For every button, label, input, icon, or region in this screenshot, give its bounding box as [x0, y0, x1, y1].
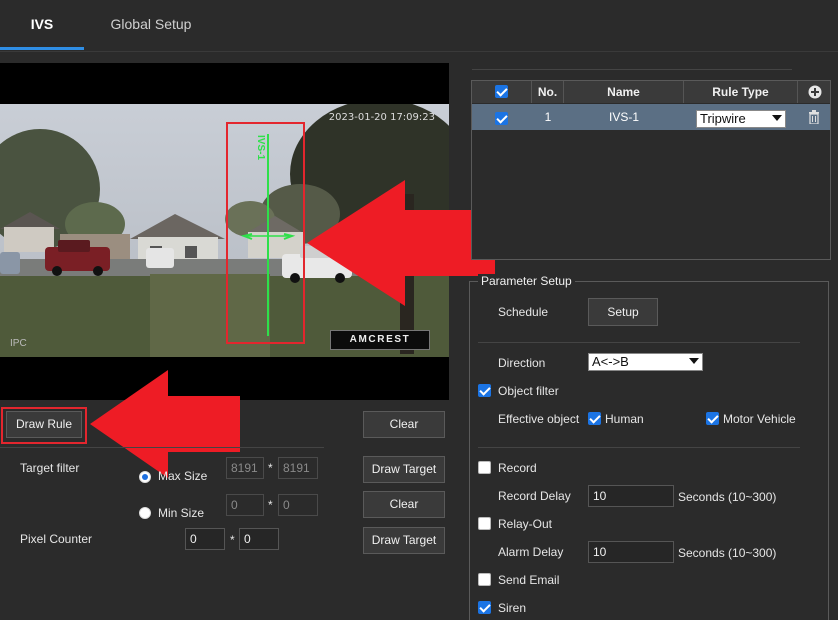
- send-email-checkbox[interactable]: [478, 573, 491, 586]
- chevron-down-icon: [772, 115, 782, 121]
- alarm-delay-range: Seconds (10~300): [678, 546, 777, 560]
- max-height-input[interactable]: 8191: [278, 457, 318, 479]
- divider: [472, 69, 792, 70]
- draw-rule-button[interactable]: Draw Rule: [6, 411, 82, 438]
- record-delay-input[interactable]: 10: [588, 485, 674, 507]
- times-symbol: *: [230, 533, 235, 547]
- parameter-setup-title: Parameter Setup: [478, 274, 575, 288]
- header-no: No.: [532, 81, 564, 103]
- rule-highlight-box: [226, 122, 305, 344]
- siren-checkbox[interactable]: [478, 601, 491, 614]
- times-symbol: *: [268, 461, 273, 475]
- motor-vehicle-label: Motor Vehicle: [723, 412, 796, 426]
- max-width-input[interactable]: 8191: [226, 457, 264, 479]
- header-name: Name: [564, 81, 684, 103]
- parameter-setup-group: [469, 281, 829, 620]
- max-size-label: Max Size: [158, 469, 208, 483]
- divider: [478, 447, 800, 448]
- record-checkbox[interactable]: [478, 461, 491, 474]
- motor-vehicle-checkbox[interactable]: [706, 412, 719, 425]
- target-filter-label: Target filter: [20, 461, 80, 475]
- row-no: 1: [544, 110, 552, 124]
- clear-target-button[interactable]: Clear: [363, 491, 445, 518]
- rule-type-select[interactable]: Tripwire: [696, 110, 786, 128]
- min-size-radio[interactable]: [139, 507, 151, 519]
- object-filter-checkbox[interactable]: [478, 384, 491, 397]
- direction-label: Direction: [498, 356, 546, 370]
- video-timestamp: 2023-01-20 17:09:23: [328, 112, 435, 123]
- left-arrow-icon: [90, 370, 240, 478]
- pixel-counter-width-input[interactable]: 0: [185, 528, 225, 550]
- add-icon[interactable]: [808, 85, 822, 99]
- divider: [478, 342, 800, 343]
- pixel-counter-height-input[interactable]: 0: [239, 528, 279, 550]
- effective-object-label: Effective object: [498, 412, 580, 426]
- schedule-setup-button[interactable]: Setup: [588, 298, 658, 326]
- schedule-label: Schedule: [498, 305, 549, 319]
- header-select-all: [472, 81, 532, 103]
- row-checkbox[interactable]: [495, 112, 508, 125]
- min-height-input[interactable]: 0: [278, 494, 318, 516]
- draw-target-button-2[interactable]: Draw Target: [363, 527, 445, 554]
- human-checkbox[interactable]: [588, 412, 601, 425]
- rule-type-value: Tripwire: [700, 111, 746, 126]
- brand-logo: AMCREST: [330, 330, 430, 350]
- alarm-delay-label: Alarm Delay: [498, 545, 564, 559]
- chevron-down-icon: [689, 358, 699, 364]
- clear-rule-button[interactable]: Clear: [363, 411, 445, 438]
- times-symbol: *: [268, 498, 273, 512]
- channel-label: IPC: [10, 338, 27, 349]
- divider: [0, 447, 324, 448]
- siren-label: Siren: [498, 601, 527, 615]
- row-name: IVS-1: [608, 110, 639, 124]
- min-size-label: Min Size: [158, 506, 205, 520]
- tab-bar: IVS Global Setup: [0, 0, 838, 52]
- tab-global-setup[interactable]: Global Setup: [96, 0, 206, 50]
- tab-ivs[interactable]: IVS: [0, 0, 84, 50]
- record-label: Record: [498, 461, 537, 475]
- relay-out-label: Relay-Out: [498, 517, 553, 531]
- draw-target-button[interactable]: Draw Target: [363, 456, 445, 483]
- relay-out-checkbox[interactable]: [478, 517, 491, 530]
- min-width-input[interactable]: 0: [226, 494, 264, 516]
- direction-value: A<->B: [592, 354, 629, 369]
- header-add: [798, 81, 830, 103]
- pixel-counter-label: Pixel Counter: [20, 532, 93, 546]
- record-delay-range: Seconds (10~300): [678, 490, 777, 504]
- select-all-checkbox[interactable]: [495, 85, 508, 98]
- trash-icon[interactable]: [808, 110, 820, 124]
- object-filter-label: Object filter: [498, 384, 559, 398]
- direction-select[interactable]: A<->B: [588, 353, 703, 371]
- header-rule-type: Rule Type: [684, 81, 798, 103]
- send-email-label: Send Email: [498, 573, 560, 587]
- max-size-radio[interactable]: [139, 471, 151, 483]
- human-label: Human: [605, 412, 644, 426]
- record-delay-label: Record Delay: [498, 489, 571, 503]
- alarm-delay-input[interactable]: 10: [588, 541, 674, 563]
